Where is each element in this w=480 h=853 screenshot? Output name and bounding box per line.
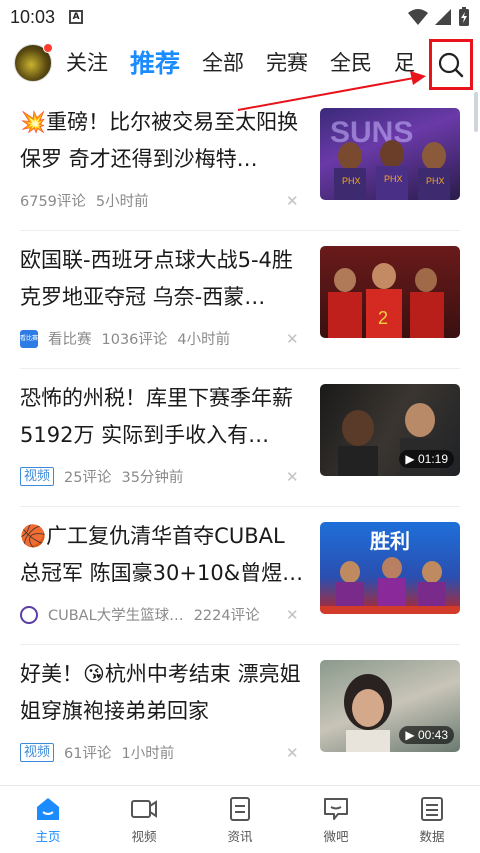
wifi-icon bbox=[408, 9, 428, 25]
feed-item-title: 欧国联-西班牙点球大战5-4胜克罗地亚夺冠 乌奈-西蒙… bbox=[20, 248, 293, 309]
feed-item-title: 好美！😘杭州中考结束 漂亮姐姐穿旗袍接弟弟回家 bbox=[20, 662, 301, 723]
source-icon: 看比赛 bbox=[20, 329, 38, 348]
tab-all[interactable]: 全部 bbox=[202, 47, 244, 77]
status-bar: 10:03 A bbox=[0, 0, 480, 34]
nav-news[interactable]: 资讯 bbox=[192, 786, 288, 853]
feed-thumbnail[interactable]: ▶ 01:19 bbox=[320, 384, 460, 476]
video-icon bbox=[131, 800, 157, 818]
comment-count: 61评论 bbox=[64, 746, 112, 762]
status-icons bbox=[408, 7, 470, 27]
battery-icon bbox=[459, 7, 469, 26]
feed-item-meta: 6759评论 5小时前 bbox=[20, 190, 149, 211]
nav-label: 视频 bbox=[131, 829, 157, 844]
feed-item-meta: 视频 25评论 35分钟前 bbox=[20, 466, 183, 487]
nav-label: 资讯 bbox=[227, 829, 253, 844]
nav-forum[interactable]: 微吧 bbox=[288, 786, 384, 853]
avatar[interactable] bbox=[14, 43, 53, 82]
feed-item-meta: 视频 61评论 1小时前 bbox=[20, 742, 174, 763]
video-tag: 视频 bbox=[20, 467, 55, 486]
dismiss-icon[interactable]: ✕ bbox=[286, 606, 299, 624]
post-time: 35分钟前 bbox=[121, 470, 184, 486]
video-duration: ▶ 01:19 bbox=[399, 450, 454, 468]
nav-video[interactable]: 视频 bbox=[96, 786, 192, 853]
tab-football[interactable]: 足 bbox=[394, 47, 415, 77]
chat-icon bbox=[324, 798, 348, 820]
comment-count: 25评论 bbox=[64, 470, 112, 486]
comment-count: 1036评论 bbox=[101, 332, 168, 348]
comment-count: 6759评论 bbox=[20, 194, 86, 210]
nav-label: 主页 bbox=[35, 829, 61, 844]
nav-label: 数据 bbox=[419, 829, 445, 844]
basketball-players-image: SUNS PHX PHX PHX bbox=[330, 116, 450, 200]
search-icon bbox=[438, 52, 464, 77]
data-icon bbox=[421, 797, 443, 821]
top-header: 关注 推荐 全部 完赛 全民 足 bbox=[0, 34, 480, 90]
feed-item[interactable]: 🏀广工复仇清华首夺CUBAL总冠军 陈国豪30+10&曾煜… CUBAL大学生篮… bbox=[0, 506, 480, 644]
source-icon bbox=[20, 605, 38, 624]
basketball-team-image: 胜利 bbox=[320, 529, 460, 614]
feed-thumbnail[interactable]: SUNS PHX PHX PHX bbox=[320, 108, 460, 200]
explosion-emoji: 💥 bbox=[20, 110, 47, 134]
feed-item[interactable]: 恐怖的州税！库里下赛季年薪5192万 实际到手收入有… 视频 25评论 35分钟… bbox=[0, 368, 480, 506]
feed-item[interactable]: 好美！😘杭州中考结束 漂亮姐姐穿旗袍接弟弟回家 视频 61评论 1小时前 ✕ ▶… bbox=[0, 644, 480, 782]
dismiss-icon[interactable]: ✕ bbox=[286, 744, 299, 762]
home-icon bbox=[37, 798, 59, 820]
video-tag: 视频 bbox=[20, 743, 55, 762]
svg-text:2: 2 bbox=[378, 308, 388, 328]
nav-data[interactable]: 数据 bbox=[384, 786, 480, 853]
dismiss-icon[interactable]: ✕ bbox=[286, 468, 299, 486]
source-name: 看比赛 bbox=[48, 332, 92, 348]
comment-count: 2224评论 bbox=[193, 608, 260, 624]
svg-text:PHX: PHX bbox=[426, 176, 445, 186]
feed-item-title: 💥重磅！比尔被交易至太阳换保罗 奇才还得到沙梅特… bbox=[20, 110, 299, 171]
svg-text:PHX: PHX bbox=[384, 174, 403, 184]
nav-label: 微吧 bbox=[323, 829, 349, 844]
feed-item-meta: 看比赛 看比赛 1036评论 4小时前 bbox=[20, 328, 230, 349]
news-icon bbox=[230, 797, 250, 821]
post-time: 1小时前 bbox=[121, 746, 175, 762]
svg-text:PHX: PHX bbox=[342, 176, 361, 186]
feed-item-title: 🏀广工复仇清华首夺CUBAL总冠军 陈国豪30+10&曾煜… bbox=[20, 524, 304, 585]
status-time: 10:03 bbox=[10, 6, 56, 27]
feed-thumbnail[interactable]: ▶ 00:43 bbox=[320, 660, 460, 752]
feed-item[interactable]: 💥重磅！比尔被交易至太阳换保罗 奇才还得到沙梅特… 6759评论 5小时前 ✕ … bbox=[0, 92, 480, 230]
post-time: 4小时前 bbox=[177, 332, 231, 348]
feed-thumbnail[interactable]: 胜利 bbox=[320, 522, 460, 614]
tab-recommend[interactable]: 推荐 bbox=[130, 44, 180, 80]
source-name: CUBAL大学生篮球… bbox=[48, 608, 184, 624]
tab-finished[interactable]: 完赛 bbox=[266, 47, 308, 77]
bottom-nav: 主页 视频 资讯 微吧 数据 bbox=[0, 785, 480, 853]
post-time: 5小时前 bbox=[95, 194, 149, 210]
video-duration: ▶ 00:43 bbox=[399, 726, 454, 744]
dismiss-icon[interactable]: ✕ bbox=[286, 330, 299, 348]
basketball-emoji: 🏀 bbox=[20, 524, 47, 548]
nav-home[interactable]: 主页 bbox=[0, 786, 96, 853]
sim-icon: A bbox=[69, 10, 84, 24]
notification-dot bbox=[43, 43, 53, 53]
feed-item[interactable]: 欧国联-西班牙点球大战5-4胜克罗地亚夺冠 乌奈-西蒙… 看比赛 看比赛 103… bbox=[0, 230, 480, 368]
signal-icon bbox=[435, 9, 451, 25]
soccer-players-image: 2 bbox=[328, 263, 444, 338]
tab-everyone[interactable]: 全民 bbox=[330, 47, 372, 77]
feed-item-meta: CUBAL大学生篮球… 2224评论 bbox=[20, 604, 260, 625]
category-tabs: 关注 推荐 全部 完赛 全民 足 bbox=[66, 34, 426, 90]
svg-text:胜利: 胜利 bbox=[370, 529, 410, 553]
feed-item-title: 恐怖的州税！库里下赛季年薪5192万 实际到手收入有… bbox=[20, 386, 293, 447]
dismiss-icon[interactable]: ✕ bbox=[286, 192, 299, 210]
feed-thumbnail[interactable]: 2 bbox=[320, 246, 460, 338]
svg-text:SUNS: SUNS bbox=[330, 116, 413, 149]
search-button[interactable] bbox=[429, 39, 473, 90]
tab-follow[interactable]: 关注 bbox=[66, 47, 108, 77]
